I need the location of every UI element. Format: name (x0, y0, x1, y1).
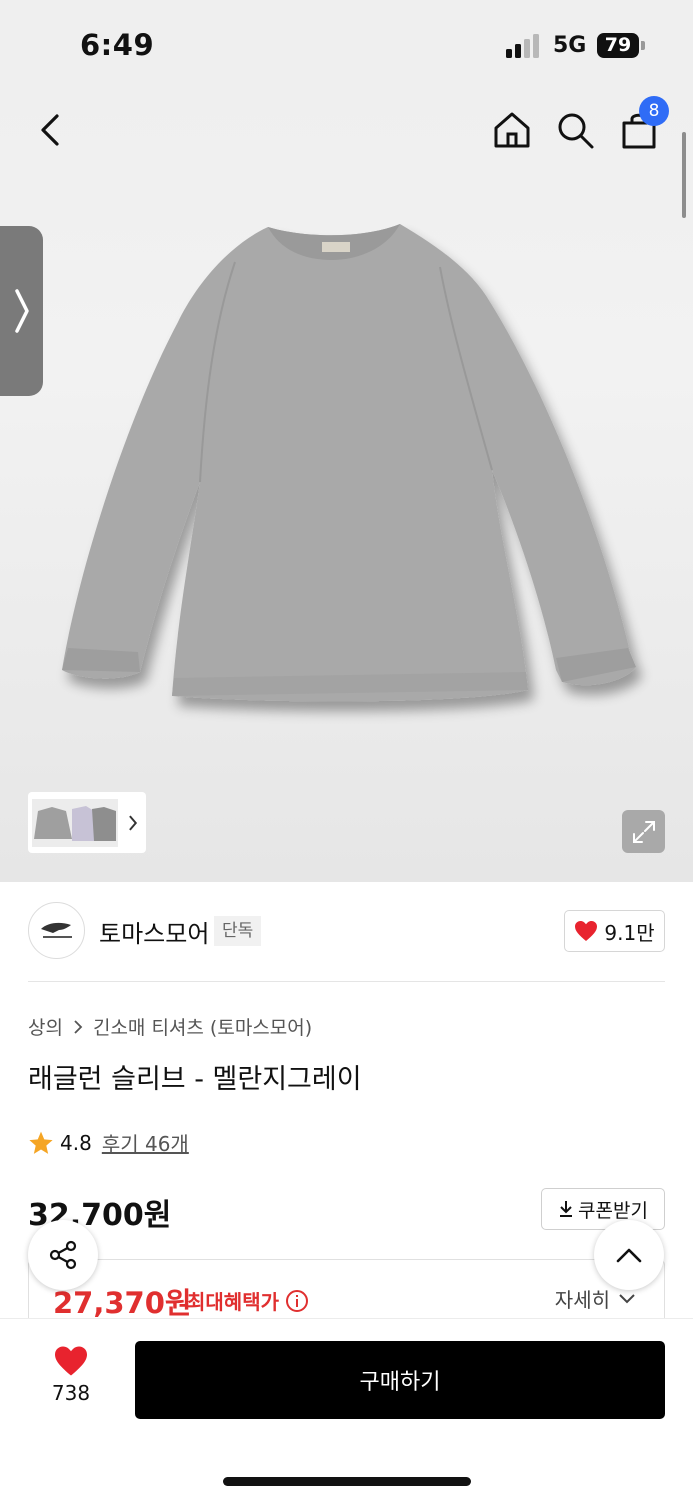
cart-button[interactable]: 8 (615, 96, 669, 154)
scroll-to-top-button[interactable] (594, 1220, 664, 1290)
expand-image-button[interactable] (622, 810, 665, 853)
brand-logo[interactable] (28, 902, 85, 959)
brand-row: 토마스모어 단독 9.1만 (28, 902, 665, 960)
search-icon (558, 113, 594, 149)
top-navigation: 8 (0, 92, 693, 172)
review-count-link[interactable]: 후기 46개 (102, 1128, 189, 1157)
home-button[interactable] (488, 106, 536, 154)
brand-like-count: 9.1만 (604, 920, 655, 945)
chevron-right-icon (129, 814, 138, 831)
info-icon[interactable] (285, 1289, 309, 1313)
buy-button[interactable]: 구매하기 (135, 1341, 665, 1419)
home-icon (494, 112, 530, 148)
search-button[interactable] (551, 106, 599, 154)
chevron-left-icon (41, 114, 59, 146)
heart-icon (55, 1346, 87, 1376)
chevron-down-icon (619, 1293, 635, 1303)
back-button[interactable] (26, 106, 74, 154)
heart-icon (575, 921, 598, 941)
brand-name[interactable]: 토마스모어 (99, 914, 209, 949)
chevron-right-icon (74, 1019, 83, 1034)
star-icon (29, 1131, 53, 1154)
detail-label: 자세히 (554, 1288, 610, 1312)
share-icon (49, 1240, 77, 1270)
rating-value: 4.8 (60, 1130, 92, 1155)
breadcrumb: 상의 긴소매 티셔츠 (토마스모어) (28, 1013, 312, 1040)
network-type: 5G (553, 33, 587, 58)
rating-row: 4.8 후기 46개 (28, 1128, 189, 1157)
bottom-purchase-bar: 738 구매하기 (0, 1318, 693, 1500)
exclusive-badge: 단독 (214, 916, 262, 946)
expand-icon (632, 820, 655, 843)
coupon-label: 쿠폰받기 (578, 1199, 648, 1222)
battery-tip (641, 41, 645, 50)
side-drawer-tab[interactable] (0, 226, 43, 396)
breadcrumb-subcategory[interactable]: 긴소매 티셔츠 (토마스모어) (93, 1013, 312, 1040)
battery-icon: 79 (597, 33, 639, 58)
download-icon (560, 1201, 573, 1217)
status-bar: 6:49 5G 79 (0, 0, 693, 92)
wishlist-button[interactable]: 738 (32, 1345, 110, 1415)
wishlist-count: 738 (51, 1381, 91, 1405)
share-button[interactable] (28, 1220, 98, 1290)
max-benefit-text: 최대혜택가 (187, 1290, 279, 1314)
breadcrumb-category[interactable]: 상의 (28, 1013, 63, 1040)
scroll-indicator (682, 132, 686, 218)
image-thumbnail-strip[interactable] (28, 792, 146, 853)
chevron-right-icon (14, 289, 29, 333)
max-benefit-label: 최대혜택가 (187, 1286, 309, 1315)
product-title: 래글런 슬리브 - 멜란지그레이 (28, 1064, 362, 1095)
cellular-signal-icon (506, 34, 542, 58)
thumbnail-image (32, 798, 119, 847)
chevron-up-icon (616, 1248, 642, 1263)
home-indicator (223, 1477, 471, 1486)
brand-like-button[interactable]: 9.1만 (564, 910, 665, 952)
product-image[interactable] (0, 92, 693, 882)
sweatshirt-image (62, 224, 636, 702)
divider (28, 981, 665, 982)
cart-count-badge: 8 (639, 96, 669, 126)
status-time: 6:49 (80, 28, 155, 62)
